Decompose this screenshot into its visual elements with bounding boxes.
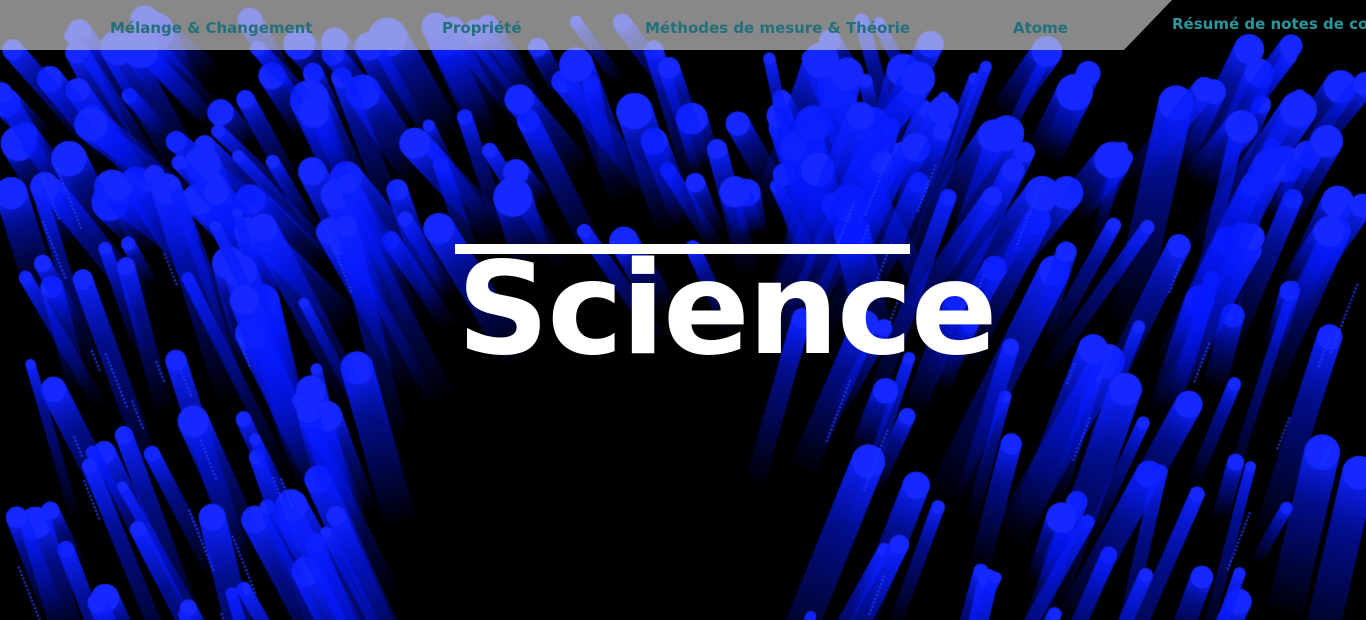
logo-title: Science bbox=[457, 235, 998, 384]
site-logo[interactable]: Science bbox=[455, 235, 998, 384]
nav-item-propriete[interactable]: Propriété bbox=[442, 19, 522, 37]
nav-item-melange-changement[interactable]: Mélange & Changement bbox=[110, 19, 313, 37]
page: Mélange & Changement Propriété Méthodes … bbox=[0, 0, 1366, 620]
nav-item-resume-notes-cours[interactable]: Résumé de notes de cours bbox=[1172, 15, 1366, 33]
nav-item-methodes-mesure-theorie[interactable]: Méthodes de mesure & Théorie bbox=[645, 19, 910, 37]
top-navigation-bar: Mélange & Changement Propriété Méthodes … bbox=[0, 0, 1366, 50]
nav-item-atome[interactable]: Atome bbox=[1013, 19, 1068, 37]
